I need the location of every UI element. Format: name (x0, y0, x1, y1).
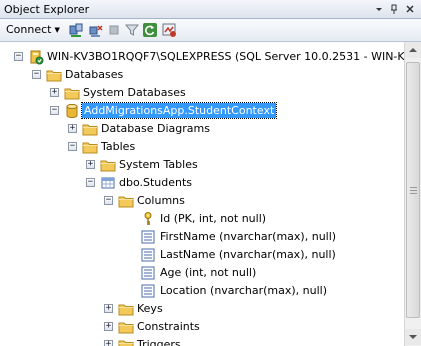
tree-node-triggers[interactable]: + Triggers (0, 336, 404, 346)
tree-node-databases[interactable]: − Databases (0, 66, 404, 84)
connect-engine-icon[interactable] (68, 22, 84, 38)
column-icon (141, 266, 155, 280)
tree-node-column-lastname[interactable]: LastName (nvarchar(max), null) (0, 246, 404, 264)
tree-node-server[interactable]: − WIN-KV3BO1RQQF7\SQLEXPRESS (SQL Server… (0, 48, 404, 66)
object-explorer-tree: − WIN-KV3BO1RQQF7\SQLEXPRESS (SQL Server… (0, 42, 404, 346)
tree-node-students-table[interactable]: − dbo.Students (0, 174, 404, 192)
database-diagrams-label: Database Diagrams (101, 122, 210, 135)
collapse-toggle[interactable]: − (86, 178, 95, 187)
disconnect-icon[interactable] (88, 22, 104, 38)
tree-node-database-diagrams[interactable]: + Database Diagrams (0, 120, 404, 138)
connect-button[interactable]: Connect ▼ (6, 23, 60, 36)
column-id-label: Id (PK, int, not null) (160, 212, 267, 225)
students-table-label: dbo.Students (119, 176, 193, 189)
expand-toggle[interactable]: + (104, 304, 113, 313)
tables-label: Tables (101, 140, 136, 153)
expand-toggle[interactable]: + (104, 322, 113, 331)
system-tables-label: System Tables (119, 158, 198, 171)
collapse-toggle[interactable]: − (32, 70, 41, 79)
collapse-toggle[interactable]: − (14, 52, 23, 61)
folder-icon (118, 340, 134, 346)
columns-label: Columns (137, 194, 185, 207)
chevron-down-icon: ▼ (54, 26, 60, 34)
column-icon (141, 230, 155, 244)
column-lastname-label: LastName (nvarchar(max), null) (160, 248, 336, 261)
expand-toggle[interactable]: + (86, 160, 95, 169)
folder-icon (82, 124, 98, 136)
filter-icon[interactable] (124, 22, 140, 38)
tree-node-system-databases[interactable]: + System Databases (0, 84, 404, 102)
tree-node-keys[interactable]: + Keys (0, 300, 404, 318)
dropdown-arrow-icon[interactable] (372, 2, 386, 16)
folder-icon (118, 196, 134, 208)
constraints-label: Constraints (137, 320, 200, 333)
object-explorer-toolbar: Connect ▼ (0, 19, 421, 42)
activity-monitor-icon[interactable] (161, 22, 177, 38)
table-icon (101, 177, 115, 189)
folder-icon (82, 142, 98, 154)
tree-node-system-tables[interactable]: + System Tables (0, 156, 404, 174)
collapse-toggle[interactable]: − (50, 106, 59, 115)
folder-icon (100, 160, 116, 172)
system-databases-label: System Databases (83, 86, 186, 99)
stop-icon[interactable] (106, 22, 122, 38)
scroll-down-icon[interactable] (405, 329, 421, 345)
collapse-toggle[interactable]: − (104, 196, 113, 205)
tree-node-constraints[interactable]: + Constraints (0, 318, 404, 336)
database-icon (66, 104, 78, 118)
folder-icon (46, 70, 62, 82)
refresh-icon[interactable] (142, 22, 158, 38)
column-location-label: Location (nvarchar(max), null) (160, 284, 327, 297)
folder-icon (118, 304, 134, 316)
vertical-scrollbar[interactable] (404, 42, 421, 346)
folder-icon (64, 88, 80, 100)
column-firstname-label: FirstName (nvarchar(max), null) (160, 230, 337, 243)
column-age-label: Age (int, not null) (160, 266, 257, 279)
expand-toggle[interactable]: + (68, 124, 77, 133)
scrollbar-thumb[interactable] (406, 62, 420, 318)
triggers-label: Triggers (137, 338, 181, 346)
keys-label: Keys (137, 302, 163, 315)
folder-icon (118, 322, 134, 334)
tree-node-database-selected[interactable]: − AddMigrationsApp.StudentContext (0, 102, 404, 120)
key-icon (144, 212, 152, 225)
expand-toggle[interactable]: + (104, 340, 113, 346)
column-icon (141, 248, 155, 262)
server-icon (30, 50, 44, 65)
panel-title: Object Explorer (4, 3, 90, 16)
tree-node-column-location[interactable]: Location (nvarchar(max), null) (0, 282, 404, 300)
tree-node-columns[interactable]: − Columns (0, 192, 404, 210)
tree-node-column-age[interactable]: Age (int, not null) (0, 264, 404, 282)
tree-node-column-firstname[interactable]: FirstName (nvarchar(max), null) (0, 228, 404, 246)
tree-node-column-id[interactable]: Id (PK, int, not null) (0, 210, 404, 228)
collapse-toggle[interactable]: − (68, 142, 77, 151)
tree-node-tables[interactable]: − Tables (0, 138, 404, 156)
connect-label: Connect (6, 23, 52, 36)
pin-icon[interactable] (387, 2, 401, 16)
scroll-up-icon[interactable] (405, 42, 421, 58)
expand-toggle[interactable]: + (50, 88, 59, 97)
database-label: AddMigrationsApp.StudentContext (80, 102, 278, 119)
close-icon[interactable] (403, 2, 417, 16)
object-explorer-titlebar: Object Explorer (0, 0, 421, 19)
server-label: WIN-KV3BO1RQQF7\SQLEXPRESS (SQL Server 1… (47, 50, 404, 63)
column-icon (141, 284, 155, 298)
databases-label: Databases (65, 68, 124, 81)
